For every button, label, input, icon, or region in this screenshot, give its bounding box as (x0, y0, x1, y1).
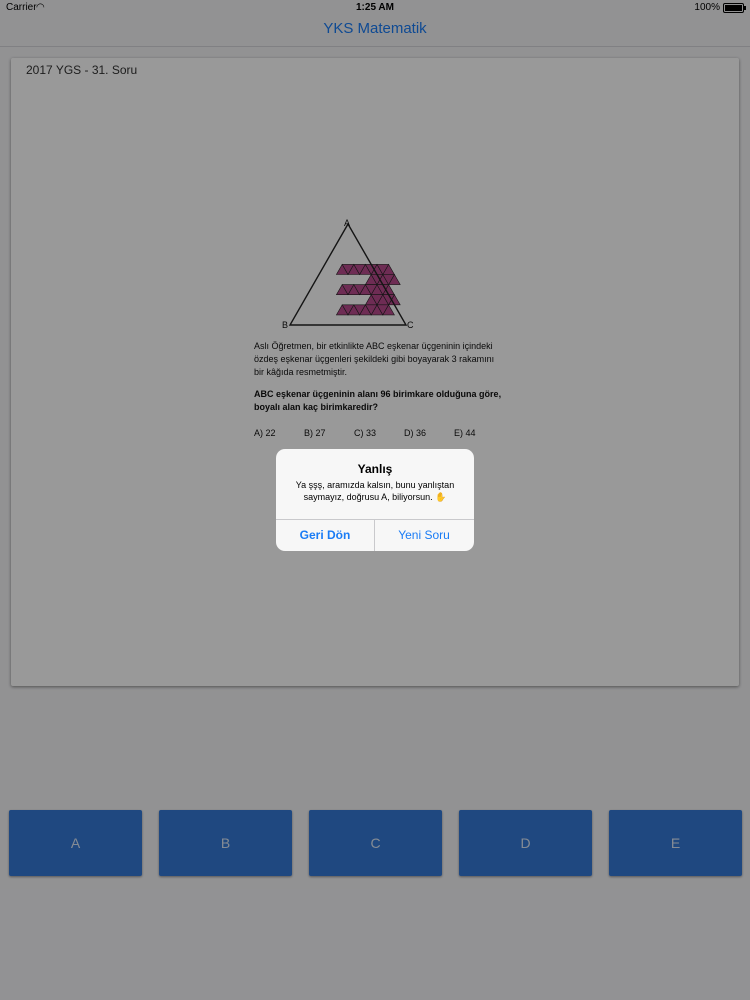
answer-button-a[interactable]: A (9, 810, 142, 876)
answer-button-d[interactable]: D (459, 810, 592, 876)
alert-dialog: Yanlış Ya şşş, aramızda kalsın, bunu yan… (276, 449, 474, 551)
alert-message: Ya şşş, aramızda kalsın, bunu yanlıştan … (295, 480, 455, 502)
answer-button-b[interactable]: B (159, 810, 292, 876)
new-question-button[interactable]: Yeni Soru (375, 520, 473, 551)
back-button[interactable]: Geri Dön (276, 520, 374, 551)
answer-button-c[interactable]: C (309, 810, 442, 876)
answer-button-e[interactable]: E (609, 810, 742, 876)
alert-title: Yanlış (357, 462, 393, 476)
